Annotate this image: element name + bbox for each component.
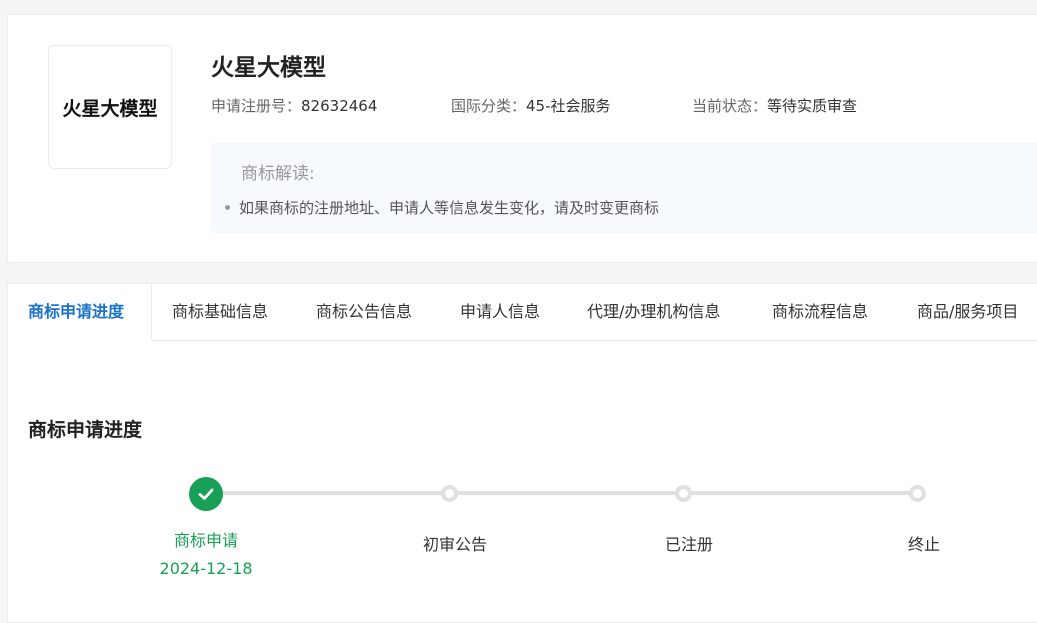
trademark-logo: 火星大模型: [48, 45, 172, 169]
tab-goods-services[interactable]: 商品/服务项目: [917, 284, 1018, 341]
interpretation-item: 如果商标的注册地址、申请人等信息发生变化，请及时变更商标: [225, 197, 659, 218]
interpretation-title: 商标解读:: [241, 164, 315, 184]
tab-applicant-info[interactable]: 申请人信息: [460, 284, 540, 341]
status-label: 当前状态：: [692, 97, 768, 115]
interpretation-box: 商标解读: 如果商标的注册地址、申请人等信息发生变化，请及时变更商标: [211, 143, 1037, 233]
step-node-terminated: [909, 485, 926, 502]
step-label-registered: 已注册: [664, 535, 714, 554]
step-done-node: [189, 477, 223, 511]
status-info: 当前状态：等待实质审查: [692, 95, 857, 116]
tab-bar: 商标申请进度 商标基础信息 商标公告信息 申请人信息 代理/办理机构信息 商标流…: [8, 284, 1037, 341]
status-value: 等待实质审查: [767, 97, 858, 115]
class-value: 45-社会服务: [526, 97, 611, 115]
tab-application-progress[interactable]: 商标申请进度: [28, 284, 124, 341]
tab-process-info[interactable]: 商标流程信息: [772, 284, 868, 341]
tab-agency-info[interactable]: 代理/办理机构信息: [587, 284, 720, 341]
trademark-logo-text: 火星大模型: [62, 97, 158, 120]
step-node-preliminary: [441, 485, 458, 502]
bullet-icon: [225, 205, 230, 210]
reg-no-info: 申请注册号：82632464: [211, 95, 377, 116]
interpretation-item-text: 如果商标的注册地址、申请人等信息发生变化，请及时变更商标: [239, 199, 660, 217]
trademark-name: 火星大模型: [211, 55, 326, 81]
tab-announcement-info[interactable]: 商标公告信息: [316, 284, 412, 341]
section-title: 商标申请进度: [28, 419, 143, 441]
reg-no-label: 申请注册号：: [211, 97, 302, 115]
step-date-application: 2024-12-18: [159, 559, 253, 578]
progress-card: 商标申请进度 商标基础信息 商标公告信息 申请人信息 代理/办理机构信息 商标流…: [7, 283, 1037, 623]
check-icon: [198, 488, 214, 500]
step-label-preliminary: 初审公告: [422, 535, 488, 554]
step-label-terminated: 终止: [907, 535, 941, 554]
reg-no-value: 82632464: [301, 97, 378, 115]
step-label-application: 商标申请: [173, 531, 239, 550]
progress-track: [206, 491, 918, 495]
class-info: 国际分类：45-社会服务: [451, 95, 611, 116]
class-label: 国际分类：: [451, 97, 527, 115]
trademark-header-card: 火星大模型 火星大模型 申请注册号：82632464 国际分类：45-社会服务 …: [7, 14, 1037, 263]
tab-basic-info[interactable]: 商标基础信息: [172, 284, 268, 341]
step-node-registered: [675, 485, 692, 502]
